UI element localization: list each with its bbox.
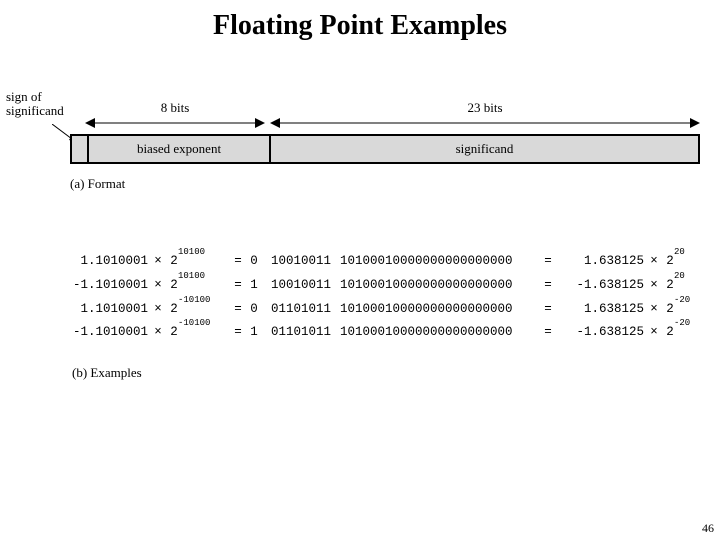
base-two: 2-10100 (168, 321, 180, 345)
table-row: -1.1010001 × 210100 = 1 10010011 1010001… (30, 274, 676, 298)
exp-bits-cell: 01101011 (262, 298, 340, 322)
exp-in: 10100 (178, 268, 205, 285)
significand-box: significand (271, 136, 698, 162)
width-label-8bits: 8 bits (85, 100, 265, 116)
decimal-cell: -1.638125 (556, 274, 644, 298)
exp-bits-cell: 10010011 (262, 250, 340, 274)
times-glyph: × (148, 321, 168, 345)
base-two: 2-20 (664, 321, 676, 345)
times-glyph: × (148, 274, 168, 298)
equals-glyph: = (540, 274, 556, 298)
sign-label-line1: sign of (6, 89, 42, 104)
table-row: 1.1010001 × 210100 = 0 10010011 10100010… (30, 250, 676, 274)
exp-bits-cell: 10010011 (262, 274, 340, 298)
width-label-23bits: 23 bits (270, 100, 700, 116)
sign-bit-cell: 1 (246, 321, 262, 345)
arrow-span-8bits-icon (85, 116, 265, 135)
mantissa-cell: 1.1010001 (30, 250, 148, 274)
sign-label: sign of significand (6, 90, 64, 119)
sign-label-line2: significand (6, 103, 64, 118)
caption-b: (b) Examples (72, 365, 142, 381)
exp-out: -20 (674, 315, 690, 332)
sign-bit-cell: 1 (246, 274, 262, 298)
examples-table: 1.1010001 × 210100 = 0 10010011 10100010… (30, 250, 676, 345)
exp-out: 20 (674, 268, 685, 285)
exp-in: -10100 (178, 292, 210, 309)
frac-bits-cell: 10100010000000000000000 (340, 321, 540, 345)
exponent-box: biased exponent (89, 136, 271, 162)
times-glyph: × (644, 250, 664, 274)
frac-bits-cell: 10100010000000000000000 (340, 250, 540, 274)
sign-bit-box (72, 136, 89, 162)
decimal-cell: -1.638125 (556, 321, 644, 345)
page-number: 46 (702, 521, 714, 536)
sign-bit-cell: 0 (246, 250, 262, 274)
exp-in: -10100 (178, 315, 210, 332)
frac-bits-cell: 10100010000000000000000 (340, 274, 540, 298)
decimal-cell: 1.638125 (556, 250, 644, 274)
mantissa-cell: -1.1010001 (30, 321, 148, 345)
times-glyph: × (148, 298, 168, 322)
equals-glyph: = (230, 274, 246, 298)
equals-glyph: = (230, 321, 246, 345)
exp-out: -20 (674, 292, 690, 309)
table-row: 1.1010001 × 2-10100 = 0 01101011 1010001… (30, 298, 676, 322)
sign-bit-cell: 0 (246, 298, 262, 322)
times-glyph: × (148, 250, 168, 274)
exp-bits-cell: 01101011 (262, 321, 340, 345)
times-glyph: × (644, 274, 664, 298)
exp-out: 20 (674, 244, 685, 261)
equals-glyph: = (540, 298, 556, 322)
arrow-span-23bits-icon (270, 116, 700, 135)
caption-a: (a) Format (70, 176, 125, 192)
exp-in: 10100 (178, 244, 205, 261)
table-row: -1.1010001 × 2-10100 = 1 01101011 101000… (30, 321, 676, 345)
equals-glyph: = (230, 250, 246, 274)
page-title: Floating Point Examples (0, 0, 720, 42)
equals-glyph: = (230, 298, 246, 322)
times-glyph: × (644, 298, 664, 322)
frac-bits-cell: 10100010000000000000000 (340, 298, 540, 322)
equals-glyph: = (540, 250, 556, 274)
decimal-cell: 1.638125 (556, 298, 644, 322)
mantissa-cell: -1.1010001 (30, 274, 148, 298)
equals-glyph: = (540, 321, 556, 345)
mantissa-cell: 1.1010001 (30, 298, 148, 322)
times-glyph: × (644, 321, 664, 345)
format-box-row: biased exponent significand (70, 134, 700, 164)
